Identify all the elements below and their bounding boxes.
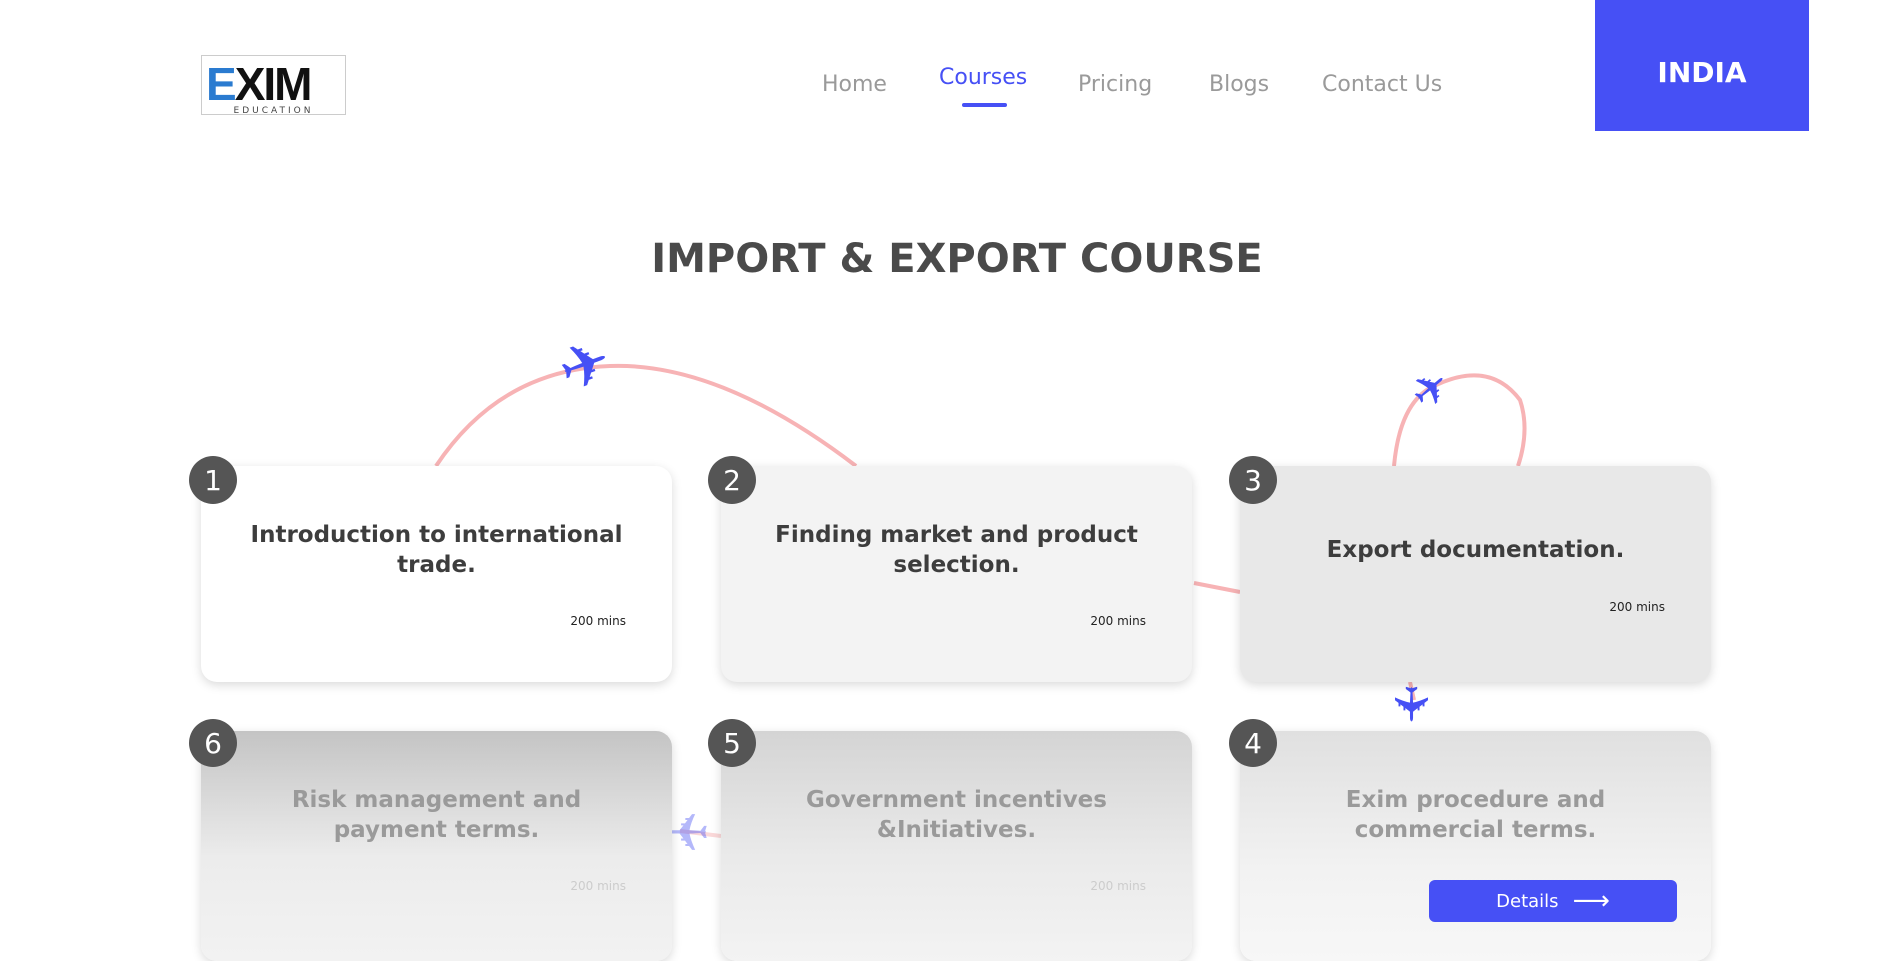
course-duration: 200 mins <box>1609 600 1665 614</box>
course-duration: 200 mins <box>1090 614 1146 628</box>
course-duration: 200 mins <box>570 879 626 893</box>
course-title: Exim procedure and commercial terms. <box>1345 787 1606 843</box>
course-duration: 200 mins <box>1090 879 1146 893</box>
course-card-4[interactable]: Exim procedure and commercial terms. <box>1240 731 1711 961</box>
course-card-6[interactable]: Risk management and payment terms. 200 m… <box>201 731 672 961</box>
details-button[interactable]: Details ⟶ <box>1429 880 1677 922</box>
step-badge-2: 2 <box>708 456 756 504</box>
course-title: Finding market and product selection. <box>775 522 1138 578</box>
step-badge-4: 4 <box>1229 719 1277 767</box>
step-badge-3: 3 <box>1229 456 1277 504</box>
step-badge-6: 6 <box>189 719 237 767</box>
step-badge-5: 5 <box>708 719 756 767</box>
step-badge-1: 1 <box>189 456 237 504</box>
details-label: Details <box>1496 890 1559 912</box>
course-duration: 200 mins <box>570 614 626 628</box>
course-card-1[interactable]: Introduction to international trade. 200… <box>201 466 672 682</box>
airplane-icon: ✈ <box>1382 683 1439 725</box>
airplane-icon: ✈ <box>666 800 710 860</box>
course-title: Government incentives &Initiatives. <box>806 787 1107 843</box>
course-card-2[interactable]: Finding market and product selection. 20… <box>721 466 1192 682</box>
course-card-3[interactable]: Export documentation. 200 mins <box>1240 466 1711 682</box>
course-card-5[interactable]: Government incentives &Initiatives. 200 … <box>721 731 1192 961</box>
course-title: Introduction to international trade. <box>250 522 623 578</box>
arrow-right-icon: ⟶ <box>1572 886 1610 916</box>
course-title: Risk management and payment terms. <box>291 787 582 843</box>
course-title: Export documentation. <box>1326 537 1625 563</box>
